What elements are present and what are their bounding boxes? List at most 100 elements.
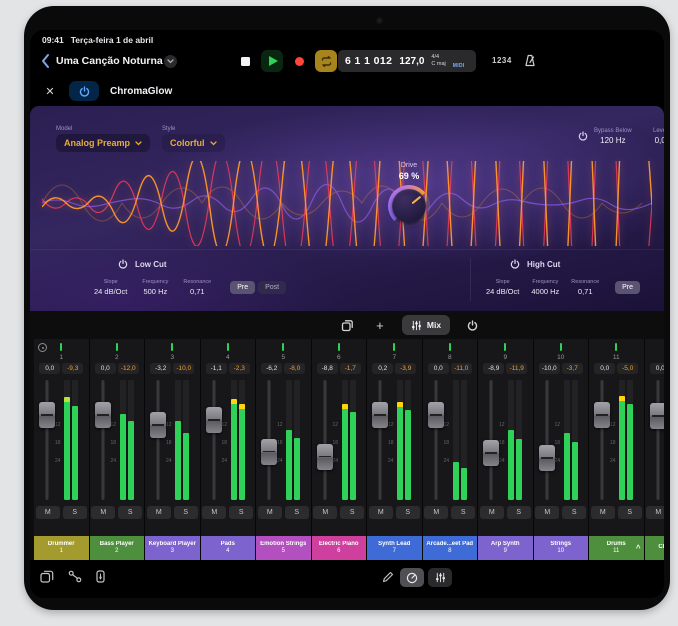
mute-button[interactable]: M: [535, 506, 559, 519]
peak-level-readout[interactable]: -3,9: [395, 363, 416, 374]
stack-collapse-icon[interactable]: ^: [636, 544, 641, 553]
pan-control[interactable]: [90, 341, 145, 353]
tracks-view-button[interactable]: [40, 570, 54, 583]
track-name-label[interactable]: Drummer 1: [34, 536, 89, 560]
solo-button[interactable]: S: [63, 506, 87, 519]
track-name-label[interactable]: Electric Piano 6: [312, 536, 367, 560]
track-name-label[interactable]: Pads 4: [201, 536, 256, 560]
fader-handle[interactable]: [39, 402, 55, 428]
track-name-label[interactable]: Bass Player 2: [90, 536, 145, 560]
lcd-display[interactable]: 6 1 1 012 127,0 4/4 C maj MIDI: [338, 50, 476, 72]
mute-button[interactable]: M: [91, 506, 115, 519]
duplicate-button[interactable]: [338, 315, 358, 335]
style-dropdown[interactable]: Colorful: [162, 134, 225, 152]
volume-readout[interactable]: -8,9: [483, 363, 504, 374]
track-name-label[interactable]: Emotion Strings 5: [256, 536, 311, 560]
volume-readout[interactable]: 0,2: [372, 363, 393, 374]
track-name-label[interactable]: Arcade...eet Pad 8: [423, 536, 478, 560]
mix-mode-button[interactable]: Mix: [402, 315, 450, 335]
pan-control[interactable]: [145, 341, 200, 353]
low-cut-pre-button[interactable]: Pre: [230, 281, 255, 294]
low-cut-power-button[interactable]: [118, 257, 128, 272]
solo-button[interactable]: S: [118, 506, 142, 519]
high-cut-resonance[interactable]: Resonance 0,71: [571, 279, 599, 296]
model-dropdown[interactable]: Analog Preamp: [56, 134, 150, 152]
volume-readout[interactable]: 0,0: [39, 363, 60, 374]
metronome-button[interactable]: [524, 54, 536, 70]
track-name-label[interactable]: Chorus V: [645, 536, 665, 560]
volume-readout[interactable]: 0,0: [428, 363, 449, 374]
peak-level-readout[interactable]: -1,7: [340, 363, 361, 374]
routing-button[interactable]: [68, 570, 82, 583]
close-plugin-button[interactable]: ✕: [42, 85, 58, 98]
pan-control[interactable]: [367, 341, 422, 353]
mute-button[interactable]: M: [147, 506, 171, 519]
fader-handle[interactable]: [261, 439, 277, 465]
track-name-label[interactable]: Synth Lead 7: [367, 536, 422, 560]
peak-level-readout[interactable]: -5,0: [617, 363, 638, 374]
volume-readout[interactable]: 0,0: [650, 363, 664, 374]
high-cut-power-button[interactable]: [510, 257, 520, 272]
peak-level-readout[interactable]: -11,0: [451, 363, 472, 374]
peak-level-readout[interactable]: -11,9: [506, 363, 527, 374]
play-button[interactable]: [261, 50, 283, 72]
solo-button[interactable]: S: [618, 506, 642, 519]
pan-control[interactable]: [478, 341, 533, 353]
volume-readout[interactable]: -8,8: [317, 363, 338, 374]
mute-button[interactable]: M: [646, 506, 664, 519]
solo-button[interactable]: S: [174, 506, 198, 519]
solo-button[interactable]: S: [229, 506, 253, 519]
mute-button[interactable]: M: [480, 506, 504, 519]
fader-handle[interactable]: [150, 412, 166, 438]
fader-handle[interactable]: [206, 407, 222, 433]
mixer-power-button[interactable]: [462, 315, 482, 335]
fader-handle[interactable]: [428, 402, 444, 428]
peak-level-readout[interactable]: -8,0: [284, 363, 305, 374]
volume-readout[interactable]: -10,0: [539, 363, 560, 374]
pan-control[interactable]: [423, 341, 478, 353]
fader-handle[interactable]: [594, 402, 610, 428]
mute-button[interactable]: M: [424, 506, 448, 519]
track-name-label[interactable]: Keyboard Player 3: [145, 536, 200, 560]
track-name-label[interactable]: Arp Synth 9: [478, 536, 533, 560]
solo-button[interactable]: S: [396, 506, 420, 519]
fader-handle[interactable]: [539, 445, 555, 471]
fader-handle[interactable]: [372, 402, 388, 428]
mute-button[interactable]: M: [313, 506, 337, 519]
peak-level-readout[interactable]: -12,0: [118, 363, 139, 374]
volume-readout[interactable]: -3,2: [150, 363, 171, 374]
low-cut-post-button[interactable]: Post: [258, 281, 286, 294]
count-in-button[interactable]: 1234: [492, 56, 512, 65]
high-cut-frequency[interactable]: Frequency 4000 Hz: [531, 279, 559, 296]
volume-readout[interactable]: 0,0: [95, 363, 116, 374]
mute-button[interactable]: M: [591, 506, 615, 519]
pan-control[interactable]: [201, 341, 256, 353]
add-track-button[interactable]: +: [370, 315, 390, 335]
low-cut-slope[interactable]: Slope 24 dB/Oct: [94, 279, 127, 296]
solo-button[interactable]: S: [340, 506, 364, 519]
pan-control[interactable]: [256, 341, 311, 353]
back-button[interactable]: [38, 53, 52, 69]
low-cut-frequency[interactable]: Frequency 500 Hz: [142, 279, 168, 296]
fader-handle[interactable]: [317, 444, 333, 470]
high-cut-slope[interactable]: Slope 24 dB/Oct: [486, 279, 519, 296]
low-cut-resonance[interactable]: Resonance 0,71: [183, 279, 211, 296]
pan-control[interactable]: [645, 341, 665, 353]
mute-button[interactable]: M: [202, 506, 226, 519]
pan-control[interactable]: [589, 341, 644, 353]
channel-strip-view-button[interactable]: [96, 570, 105, 583]
mute-button[interactable]: M: [36, 506, 60, 519]
plugin-power-toggle[interactable]: [69, 81, 99, 101]
solo-button[interactable]: S: [285, 506, 309, 519]
song-menu-button[interactable]: [164, 55, 177, 68]
mute-button[interactable]: M: [258, 506, 282, 519]
pan-control[interactable]: [534, 341, 589, 353]
peak-level-readout[interactable]: -9,3: [62, 363, 83, 374]
peak-level-readout[interactable]: -10,0: [173, 363, 194, 374]
mute-button[interactable]: M: [369, 506, 393, 519]
fader-handle[interactable]: [483, 440, 499, 466]
high-cut-pre-button[interactable]: Pre: [615, 281, 640, 294]
track-name-label[interactable]: Strings 10: [534, 536, 589, 560]
pan-control[interactable]: [312, 341, 367, 353]
level-value[interactable]: 0,0: [653, 136, 664, 145]
